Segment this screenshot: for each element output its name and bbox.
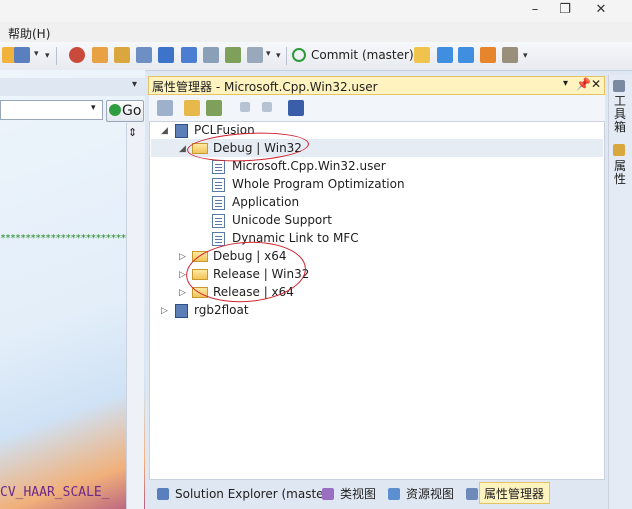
chevron-down-icon[interactable]: ▾	[563, 78, 568, 89]
go-icon	[109, 104, 121, 116]
commit-button[interactable]: Commit (master)	[311, 48, 414, 62]
pin-icon[interactable]: 📌	[576, 77, 591, 91]
push-icon[interactable]	[458, 47, 474, 63]
add-new-sheet-icon[interactable]	[184, 100, 200, 116]
move-up-icon[interactable]	[240, 102, 250, 112]
solution-explorer-icon	[157, 488, 169, 500]
tab-solution-explorer[interactable]: Solution Explorer (master)	[175, 485, 333, 504]
options-icon[interactable]	[247, 47, 263, 63]
close-window-button[interactable]: ✕	[586, 0, 616, 20]
tree-item-unicode-support[interactable]: Unicode Support	[232, 211, 332, 229]
expand-icon[interactable]: ▷	[179, 288, 186, 298]
tab-resource-view[interactable]: 资源视图	[406, 485, 454, 504]
tools-icon[interactable]	[502, 47, 518, 63]
toolbox-icon	[613, 80, 625, 92]
search-icon[interactable]	[136, 47, 152, 63]
tree-item-whole-program-optimization[interactable]: Whole Program Optimization	[232, 175, 405, 193]
property-sheet-icon	[212, 214, 225, 228]
format-icon[interactable]	[203, 47, 219, 63]
branch-icon[interactable]	[480, 47, 496, 63]
collapse-icon[interactable]: ◢	[179, 144, 186, 154]
move-down-icon[interactable]	[262, 102, 272, 112]
window-icon[interactable]	[14, 47, 30, 63]
restore-button[interactable]: ❐	[550, 0, 580, 20]
toolbar-overflow-icon[interactable]: ▾	[276, 51, 281, 61]
expand-icon[interactable]: ▷	[161, 306, 168, 316]
tab-properties[interactable]: 属性	[612, 160, 628, 186]
collapse-icon[interactable]: ◢	[161, 126, 168, 136]
menu-bar: 帮助(H)	[0, 22, 632, 42]
class-view-icon	[322, 488, 334, 500]
code-editor[interactable]	[0, 70, 145, 509]
property-sheet-icon	[212, 178, 225, 192]
menu-item-help[interactable]: 帮助(H)	[8, 25, 50, 42]
navigation-combo[interactable]	[0, 100, 103, 120]
property-sheet-icon	[212, 232, 225, 246]
go-label: Go	[122, 103, 142, 119]
breakpoint-icon[interactable]	[92, 47, 108, 63]
code-comment-line: ************************************	[0, 233, 126, 244]
project-icon	[175, 304, 188, 318]
tab-property-manager[interactable]: 属性管理器	[484, 485, 544, 504]
folder-icon[interactable]	[414, 47, 430, 63]
expand-icon[interactable]: ▷	[179, 252, 186, 262]
side-tab-strip	[608, 75, 632, 509]
toolbar-overflow-icon[interactable]: ▾	[523, 51, 528, 61]
close-icon[interactable]: ✕	[591, 77, 601, 91]
split-icon[interactable]: ⇕	[128, 126, 137, 139]
panel-title: 属性管理器 - Microsoft.Cpp.Win32.user	[152, 80, 378, 94]
chevron-down-icon[interactable]: ▾	[34, 49, 39, 59]
step-icon[interactable]	[158, 47, 174, 63]
tab-toolbox[interactable]: 工具箱	[612, 95, 628, 134]
save-icon[interactable]	[288, 100, 304, 116]
property-sheet-icon	[212, 196, 225, 210]
debug-icon[interactable]	[69, 47, 85, 63]
editor-scrollbar[interactable]	[126, 123, 144, 509]
chevron-down-icon[interactable]: ▾	[91, 103, 96, 113]
add-project-sheet-icon[interactable]	[206, 100, 222, 116]
toolbar-separator	[56, 47, 57, 65]
toolbar-separator	[286, 47, 287, 65]
tab-class-view[interactable]: 类视图	[340, 485, 376, 504]
add-existing-sheet-icon[interactable]	[157, 100, 173, 116]
properties-icon	[613, 144, 625, 156]
toolbar-overflow-icon[interactable]: ▾	[45, 51, 50, 61]
editor-tab-strip	[0, 78, 145, 96]
property-manager-icon	[466, 488, 478, 500]
tree-item-application[interactable]: Application	[232, 193, 299, 211]
resource-view-icon	[388, 488, 400, 500]
code-line: CV_HAAR_SCALE_	[0, 485, 110, 500]
spellcheck-icon[interactable]	[225, 47, 241, 63]
pull-icon[interactable]	[437, 47, 453, 63]
tree-item-rgb2float[interactable]: rgb2float	[194, 301, 249, 319]
chevron-down-icon[interactable]: ▾	[266, 49, 271, 59]
property-sheet-icon	[212, 160, 225, 174]
minimize-button[interactable]: –	[520, 0, 550, 20]
project-icon	[175, 124, 188, 138]
find-icon[interactable]	[114, 47, 130, 63]
commit-icon[interactable]	[292, 48, 306, 62]
expand-icon[interactable]: ▷	[179, 270, 186, 280]
chevron-down-icon[interactable]: ▾	[132, 79, 137, 90]
navigate-icon[interactable]	[181, 47, 197, 63]
